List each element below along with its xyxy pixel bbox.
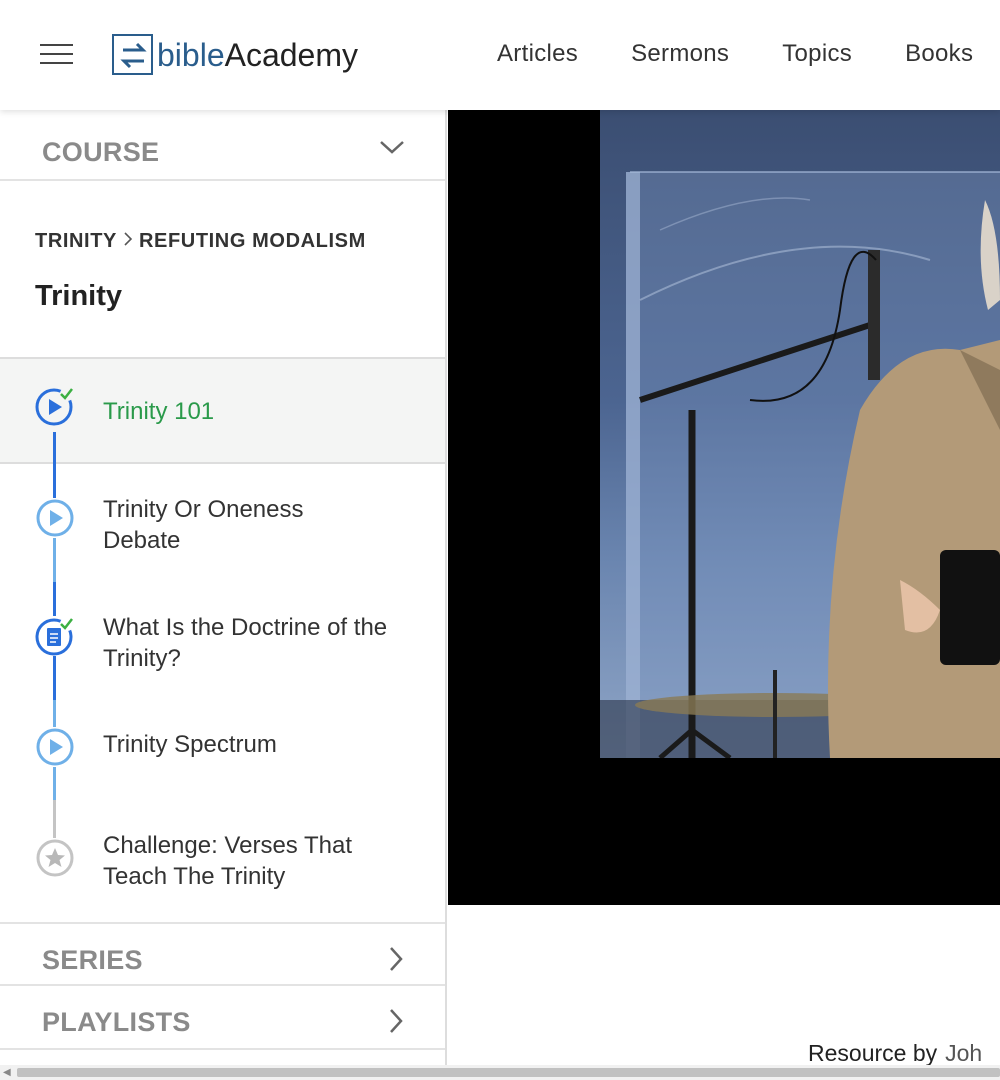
chevron-right-icon <box>390 1009 403 1033</box>
logo-text: bibleAcademy <box>157 36 358 73</box>
lesson-title: Trinity Spectrum <box>103 731 277 758</box>
lesson-item[interactable]: Challenge: Verses That Teach The Trinity <box>0 800 445 914</box>
progress-line <box>53 538 56 582</box>
progress-line <box>53 767 56 800</box>
course-accordion[interactable]: COURSE <box>0 116 445 181</box>
lesson-title: Trinity 101 <box>103 398 215 425</box>
nav-articles[interactable]: Articles <box>497 40 578 68</box>
lesson-title: Trinity Or Oneness Debate <box>103 496 304 554</box>
lesson-item[interactable]: Trinity 101 <box>0 359 445 464</box>
nav-sermons[interactable]: Sermons <box>631 40 729 68</box>
progress-line <box>53 800 56 838</box>
document-completed-icon <box>35 617 74 656</box>
video-frame <box>600 110 1000 758</box>
main-nav: Articles Sermons Topics Books <box>497 40 973 68</box>
logo-mark-icon <box>112 34 153 75</box>
playlists-accordion[interactable]: PLAYLISTS <box>0 986 445 1050</box>
star-icon <box>36 839 74 877</box>
lesson-list: Trinity 101 Trinity Or Oneness Debate Wh… <box>0 357 445 914</box>
lesson-title: Challenge: Verses That Teach The Trinity <box>103 832 353 890</box>
lesson-title: What Is the Doctrine of the Trinity? <box>103 614 388 672</box>
scrollbar-thumb[interactable] <box>17 1068 1000 1077</box>
progress-line <box>53 432 56 464</box>
progress-line <box>53 582 56 616</box>
series-accordion[interactable]: SERIES <box>0 922 445 986</box>
nav-books[interactable]: Books <box>905 40 973 68</box>
breadcrumb-item[interactable]: TRINITY <box>35 230 117 253</box>
lesson-item[interactable]: Trinity Spectrum <box>0 700 445 800</box>
lesson-item[interactable]: Trinity Or Oneness Debate <box>0 464 445 582</box>
play-icon <box>36 499 74 537</box>
resource-author-link[interactable]: Joh <box>945 1040 982 1066</box>
progress-line <box>53 700 56 727</box>
resource-label: Resource by <box>808 1040 938 1066</box>
menu-icon[interactable] <box>40 44 73 66</box>
play-completed-icon <box>35 387 74 426</box>
progress-line <box>53 464 56 498</box>
chevron-down-icon <box>380 141 404 154</box>
logo[interactable]: bibleAcademy <box>112 34 358 75</box>
video-player[interactable] <box>448 110 1000 905</box>
top-header: bibleAcademy Articles Sermons Topics Boo… <box>0 0 1000 110</box>
course-label: COURSE <box>42 137 160 167</box>
horizontal-scrollbar[interactable]: ◀ <box>0 1065 1000 1080</box>
breadcrumb-item[interactable]: REFUTING MODALISM <box>139 230 366 253</box>
breadcrumb: TRINITY REFUTING MODALISM <box>35 230 366 253</box>
scroll-left-arrow-icon[interactable]: ◀ <box>3 1067 11 1078</box>
play-icon <box>36 728 74 766</box>
nav-topics[interactable]: Topics <box>782 40 852 68</box>
series-label: SERIES <box>42 945 143 975</box>
playlists-label: PLAYLISTS <box>42 1007 191 1037</box>
course-sidebar: COURSE TRINITY REFUTING MODALISM Trinity… <box>0 110 447 1065</box>
chevron-right-icon <box>390 947 403 971</box>
resource-credit: Resource by Joh <box>808 1040 982 1067</box>
progress-line <box>53 656 56 700</box>
course-title: Trinity <box>35 280 123 312</box>
chevron-right-icon <box>123 230 133 253</box>
lesson-item[interactable]: What Is the Doctrine of the Trinity? <box>0 582 445 700</box>
video-still-image <box>600 171 1000 758</box>
